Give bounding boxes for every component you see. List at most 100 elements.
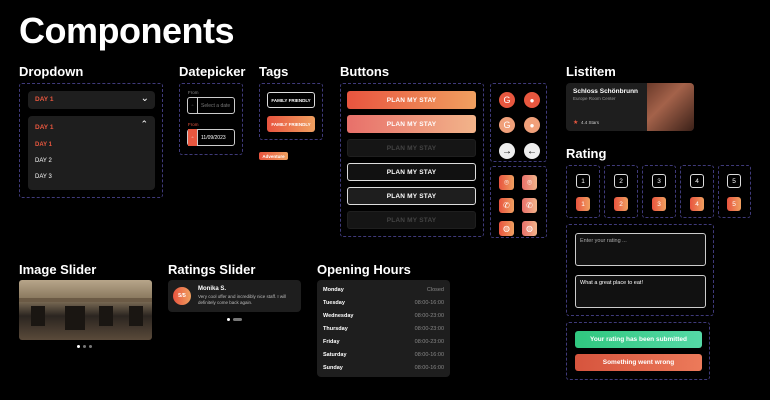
datepicker-value: 11/09/2023 (201, 134, 226, 141)
success-message: Your rating has been submitted (575, 331, 702, 348)
location-pin-icon[interactable]: ⌾ (499, 175, 514, 190)
plan-my-stay-button[interactable]: PLAN MY STAY (347, 187, 476, 205)
section-title-image-slider: Image Slider (19, 262, 97, 277)
page-title: Components (19, 10, 235, 51)
google-icon[interactable]: G (499, 117, 515, 133)
opening-hours-row: Thursday 08:00-23:00 (323, 326, 444, 332)
datepicker-from-label: From (188, 90, 199, 95)
doorway (129, 306, 143, 326)
star-icon: ★ (573, 120, 579, 126)
hours-value: 08:00-23:00 (414, 313, 444, 319)
review-card: 5/5 Monika S. Very cool offer and incred… (168, 280, 301, 312)
dropdown-closed[interactable]: DAY 1 ⌄ (28, 91, 155, 109)
rating-comment-input[interactable]: Enter your rating ... (575, 233, 706, 266)
dropdown-open-value: DAY 1 (35, 124, 54, 131)
rating-option-selected[interactable]: 1 (576, 197, 590, 211)
plan-my-stay-button[interactable]: PLAN MY STAY (347, 115, 476, 133)
plan-my-stay-button[interactable]: PLAN MY STAY (347, 211, 476, 229)
rating-option[interactable]: 3 (652, 174, 666, 188)
rating-option[interactable]: 5 (727, 174, 741, 188)
arrow-left-icon[interactable]: ← (524, 143, 540, 159)
review-text: Very cool offer and incredibly nice staf… (198, 294, 287, 305)
section-title-opening-hours: Opening Hours (317, 262, 411, 277)
plan-my-stay-button[interactable]: PLAN MY STAY (347, 139, 476, 157)
slider-dot[interactable] (83, 345, 86, 348)
rating-comment-filled[interactable]: What a great place to eat! (575, 275, 706, 308)
calendar-icon: ▫ (188, 97, 198, 114)
datepicker-empty[interactable]: ▫ Select a date (187, 97, 235, 114)
rating-option[interactable]: 2 (614, 174, 628, 188)
rating-option[interactable]: 1 (576, 174, 590, 188)
hours-value: 08:00-16:00 (414, 365, 444, 371)
day-label: Friday (323, 339, 340, 345)
dropdown-option[interactable]: DAY 1 (35, 142, 52, 148)
opening-hours-row: Saturday 08:00-16:00 (323, 352, 444, 358)
globe-icon[interactable]: ◍ (499, 221, 514, 236)
list-item-title: Schloss Schönbrunn (573, 88, 639, 95)
opening-hours-row: Friday 08:00-23:00 (323, 339, 444, 345)
review-score: 5/5 (173, 287, 191, 305)
section-title-buttons: Buttons (340, 64, 390, 79)
doorway (65, 306, 85, 330)
list-item-rating: 4.4 Stars (581, 120, 600, 125)
datepicker-from-label: From (188, 122, 199, 127)
day-label: Monday (323, 287, 344, 293)
datepicker-filled[interactable]: ▫ 11/09/2023 (187, 129, 235, 146)
rating-option-selected[interactable]: 3 (652, 197, 666, 211)
list-item[interactable]: Schloss Schönbrunn Europe Room Center ★ … (566, 83, 694, 131)
tag-chip[interactable]: Adventure (259, 152, 288, 160)
chevron-down-icon: ⌄ (140, 93, 149, 104)
rating-option-selected[interactable]: 5 (727, 197, 741, 211)
google-icon[interactable]: G (499, 92, 515, 108)
rating-option[interactable]: 4 (690, 174, 704, 188)
globe-icon[interactable]: ◍ (522, 221, 537, 236)
doorway (99, 306, 113, 326)
slider-dot[interactable] (89, 345, 92, 348)
facade-ledge (19, 298, 152, 302)
plan-my-stay-button[interactable]: PLAN MY STAY (347, 163, 476, 181)
hours-value: 08:00-23:00 (414, 326, 444, 332)
section-title-listitem: Listitem (566, 64, 616, 79)
slider-dot-active[interactable] (227, 318, 230, 321)
list-item-subtitle: Europe Room Center (573, 96, 616, 101)
section-title-rating: Rating (566, 146, 607, 161)
opening-hours-row: Wednesday 08:00-23:00 (323, 313, 444, 319)
opening-hours-row: Monday Closed (323, 287, 444, 293)
user-icon[interactable]: ● (524, 117, 540, 133)
day-label: Tuesday (323, 300, 345, 306)
slider-dot[interactable] (233, 318, 242, 321)
rating-option-selected[interactable]: 2 (614, 197, 628, 211)
phone-icon[interactable]: ✆ (499, 198, 514, 213)
doorway (31, 306, 45, 326)
dropdown-option[interactable]: DAY 2 (35, 158, 52, 164)
section-title-datepicker: Datepicker (179, 64, 246, 79)
section-title-tags: Tags (259, 64, 289, 79)
tag-outline[interactable]: FAMILY FRIENDLY (267, 92, 315, 108)
error-message: Something went wrong (575, 354, 702, 371)
day-label: Thursday (323, 326, 348, 332)
phone-icon[interactable]: ✆ (522, 198, 537, 213)
user-icon[interactable]: ● (524, 92, 540, 108)
slider-image (19, 280, 152, 340)
plan-my-stay-button[interactable]: PLAN MY STAY (347, 91, 476, 109)
list-item-image (647, 83, 694, 131)
section-title-dropdown: Dropdown (19, 64, 84, 79)
slider-dot-active[interactable] (77, 345, 80, 348)
section-title-ratings-slider: Ratings Slider (168, 262, 256, 277)
hours-value: 08:00-16:00 (414, 300, 444, 306)
tag-filled[interactable]: FAMILY FRIENDLY (267, 116, 315, 132)
rating-option-selected[interactable]: 4 (690, 197, 704, 211)
calendar-icon: ▫ (188, 129, 198, 146)
hours-value: Closed (426, 287, 444, 293)
dropdown-option[interactable]: DAY 3 (35, 174, 52, 180)
reviewer-name: Monika S. (198, 286, 227, 292)
day-label: Saturday (323, 352, 347, 358)
dropdown-selected-value: DAY 1 (35, 96, 54, 103)
arrow-right-icon[interactable]: → (499, 143, 515, 159)
day-label: Wednesday (323, 313, 354, 319)
location-pin-icon[interactable]: ⌾ (522, 175, 537, 190)
opening-hours-row: Tuesday 08:00-16:00 (323, 300, 444, 306)
hours-value: 08:00-23:00 (414, 339, 444, 345)
hours-value: 08:00-16:00 (414, 352, 444, 358)
chevron-up-icon: ⌃ (140, 119, 148, 129)
